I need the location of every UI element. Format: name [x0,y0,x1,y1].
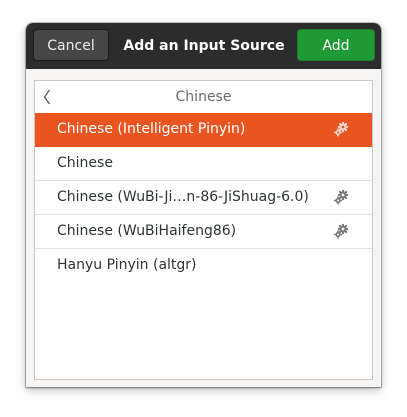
add-input-source-dialog: Cancel Add an Input Source Add Chinese C… [26,23,381,387]
add-button[interactable]: Add [297,29,375,61]
list-item-label: Chinese (WuBiHaifeng86) [57,223,237,239]
list-item-hanyu-pinyin-altgr[interactable]: Hanyu Pinyin (altgr) [35,249,372,283]
list-item-label: Chinese (WuBi-Ji…n-86-JiShuag-6.0) [57,189,309,205]
dialog-title: Add an Input Source [123,38,285,54]
list-item-label: Chinese (Intelligent Pinyin) [57,121,246,137]
list-item-chinese-intelligent-pinyin[interactable]: Chinese (Intelligent Pinyin) [35,113,372,147]
gears-icon [333,189,349,205]
list-item-label: Chinese [57,155,113,171]
gears-icon [333,223,349,239]
list-item-label: Hanyu Pinyin (altgr) [57,257,197,273]
list-item-chinese-wubi-jishuag[interactable]: Chinese (WuBi-Ji…n-86-JiShuag-6.0) [35,181,372,215]
gears-icon [333,121,349,137]
headerbar: Cancel Add an Input Source Add [26,23,381,69]
cancel-button[interactable]: Cancel [33,29,109,61]
list-item-chinese[interactable]: Chinese [35,147,372,181]
chevron-left-icon[interactable] [41,88,53,106]
input-source-list: Chinese Chinese (Intelligent Pinyin) Chi… [34,80,373,380]
list-header: Chinese [35,81,372,114]
list-header-title: Chinese [175,89,232,105]
list-item-chinese-wubihaifeng86[interactable]: Chinese (WuBiHaifeng86) [35,215,372,249]
